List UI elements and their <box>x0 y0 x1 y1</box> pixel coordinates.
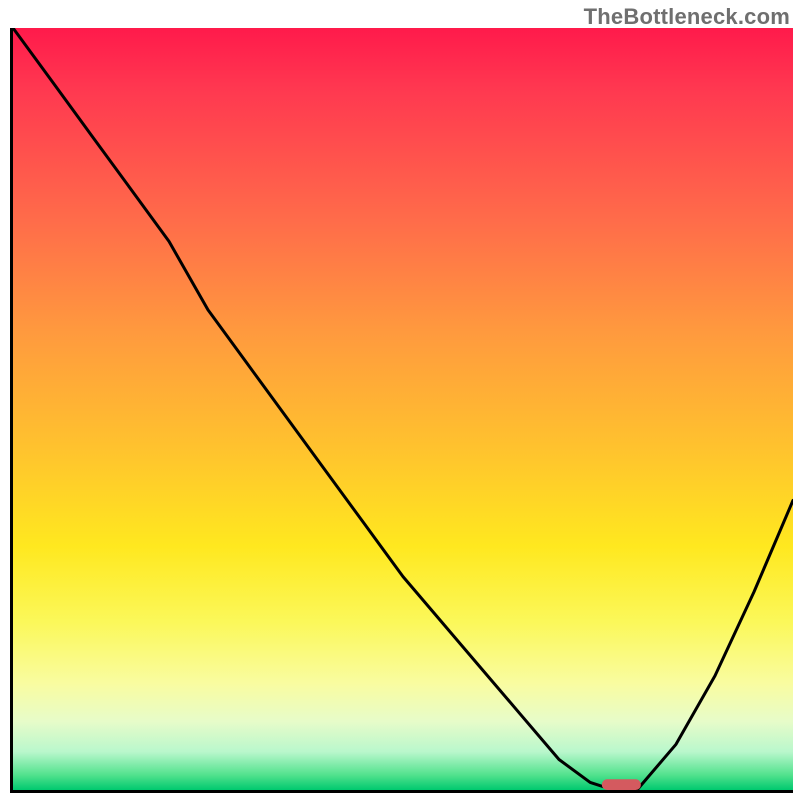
plot-area <box>10 28 793 793</box>
optimal-point-marker <box>602 779 641 790</box>
watermark-text: TheBottleneck.com <box>584 4 790 30</box>
bottleneck-curve <box>13 28 793 790</box>
curve-svg <box>13 28 793 790</box>
bottleneck-chart: TheBottleneck.com <box>0 0 800 800</box>
